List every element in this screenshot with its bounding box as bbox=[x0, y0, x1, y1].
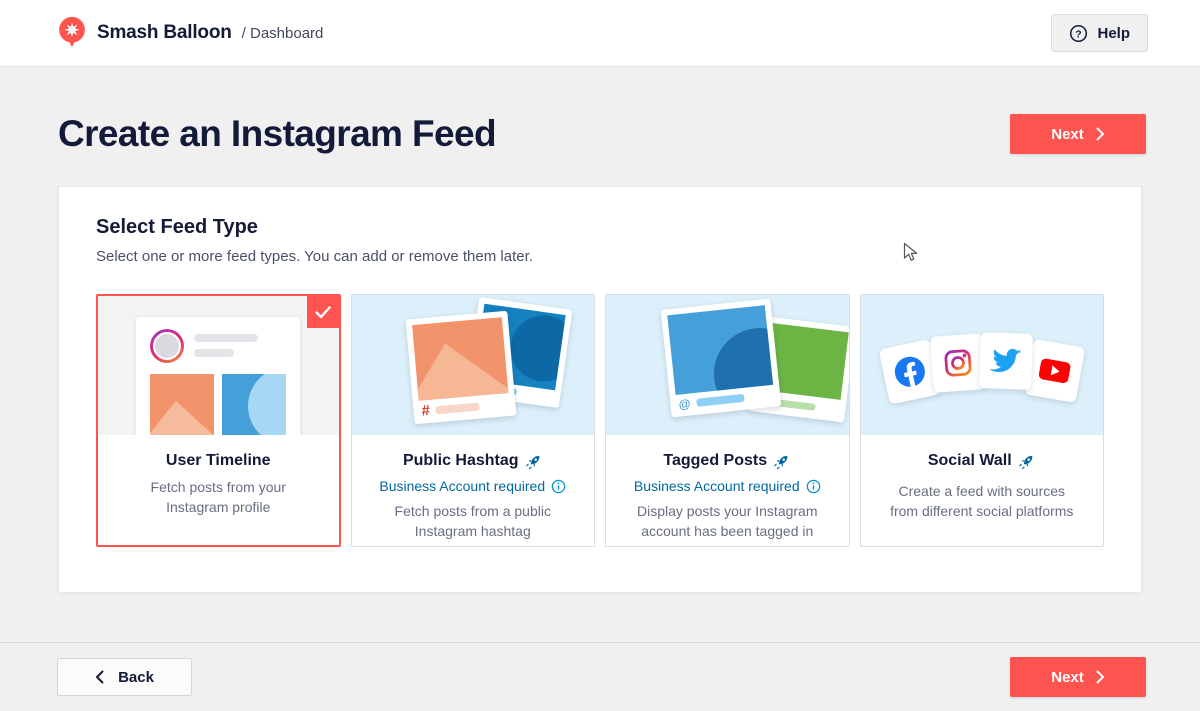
polaroid-hashtag: # bbox=[405, 311, 516, 424]
back-button[interactable]: Back bbox=[57, 658, 192, 696]
select-feed-type-panel: Select Feed Type Select one or more feed… bbox=[58, 186, 1142, 593]
panel-subheading: Select one or more feed types. You can a… bbox=[96, 248, 1104, 265]
avatar bbox=[150, 329, 184, 363]
panel-heading: Select Feed Type bbox=[96, 216, 1104, 239]
rocket-icon bbox=[526, 453, 543, 470]
instagram-icon bbox=[930, 333, 986, 392]
business-account-required-label: Business Account required bbox=[379, 478, 545, 494]
help-button[interactable]: ? Help bbox=[1051, 14, 1148, 52]
page-title: Create an Instagram Feed bbox=[58, 113, 496, 155]
check-icon bbox=[315, 306, 331, 319]
card-description: Display posts your Instagram account has… bbox=[620, 501, 835, 541]
youtube-icon bbox=[1024, 339, 1085, 403]
selected-check-badge bbox=[307, 296, 339, 328]
next-label: Next bbox=[1051, 669, 1084, 686]
card-title: Social Wall bbox=[928, 452, 1012, 470]
next-button-top[interactable]: Next bbox=[1010, 114, 1146, 154]
twitter-icon bbox=[979, 332, 1033, 390]
card-description: Fetch posts from your Instagram profile bbox=[112, 477, 325, 517]
chevron-right-icon bbox=[1096, 670, 1105, 684]
back-label: Back bbox=[118, 669, 154, 686]
brand-logo-group: Smash Balloon bbox=[57, 15, 232, 51]
header: Smash Balloon / Dashboard ? Help bbox=[0, 0, 1200, 67]
breadcrumb: / Dashboard bbox=[242, 25, 324, 42]
help-icon: ? bbox=[1069, 24, 1088, 43]
page-title-row: Create an Instagram Feed Next bbox=[58, 110, 1146, 158]
social-wall-illustration bbox=[861, 295, 1104, 435]
card-title: User Timeline bbox=[166, 452, 271, 470]
business-account-required-label: Business Account required bbox=[634, 478, 800, 494]
feed-card-public-hashtag[interactable]: # Public Hashtag Busines bbox=[351, 294, 596, 547]
feed-card-social-wall[interactable]: Social Wall Create a feed with sources f… bbox=[860, 294, 1105, 547]
next-label: Next bbox=[1051, 126, 1084, 143]
tagged-posts-illustration: @ @ bbox=[606, 295, 849, 435]
svg-text:?: ? bbox=[1076, 29, 1082, 40]
feed-card-tagged-posts[interactable]: @ @ Tagged Posts bbox=[605, 294, 850, 547]
user-timeline-illustration bbox=[98, 296, 339, 435]
rocket-icon bbox=[1019, 453, 1036, 470]
next-button-bottom[interactable]: Next bbox=[1010, 657, 1146, 697]
card-description: Create a feed with sources from differen… bbox=[875, 481, 1090, 521]
help-label: Help bbox=[1097, 25, 1130, 42]
feed-type-cards: User Timeline Fetch posts from your Inst… bbox=[96, 294, 1104, 547]
chevron-left-icon bbox=[95, 670, 104, 684]
feed-card-user-timeline[interactable]: User Timeline Fetch posts from your Inst… bbox=[96, 294, 341, 547]
footer-bar: Back Next bbox=[0, 642, 1200, 711]
card-title: Tagged Posts bbox=[663, 452, 767, 470]
info-icon[interactable] bbox=[551, 479, 566, 494]
info-icon[interactable] bbox=[806, 479, 821, 494]
card-description: Fetch posts from a public Instagram hash… bbox=[366, 501, 581, 541]
polaroid-tagged: @ bbox=[661, 299, 782, 418]
brand-name: Smash Balloon bbox=[97, 22, 232, 44]
chevron-right-icon bbox=[1096, 127, 1105, 141]
mini-instagram-post bbox=[136, 317, 300, 435]
balloon-logo-icon bbox=[57, 15, 87, 51]
public-hashtag-illustration: # bbox=[352, 295, 595, 435]
card-title: Public Hashtag bbox=[403, 452, 519, 470]
rocket-icon bbox=[774, 453, 791, 470]
